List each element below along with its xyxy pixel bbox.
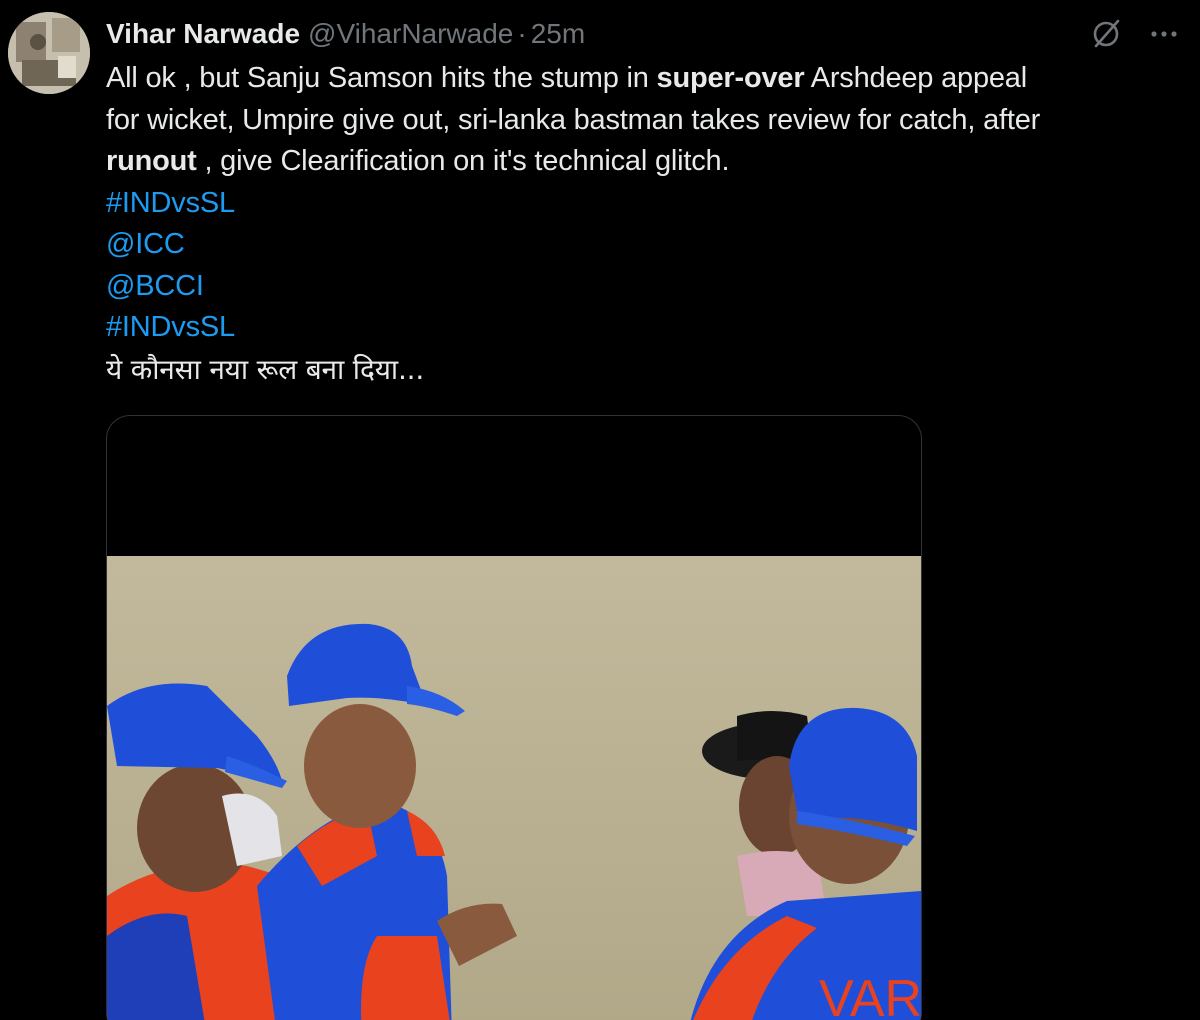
text-segment: , give Clearification on it's technical … bbox=[196, 145, 730, 177]
jersey-text: VAR bbox=[819, 970, 921, 1020]
avatar[interactable] bbox=[8, 12, 90, 94]
tweet-text: All ok , but Sanju Samson hits the stump… bbox=[106, 58, 1186, 390]
hashtag-indvssl[interactable]: #INDvsSL bbox=[106, 183, 1186, 225]
separator-dot: · bbox=[517, 18, 527, 49]
tweet-line-1: All ok , but Sanju Samson hits the stump… bbox=[106, 58, 1186, 100]
cricket-photo: VAR bbox=[107, 556, 921, 1020]
text-segment: All ok , but Sanju Samson hits the stump… bbox=[106, 62, 657, 94]
grok-icon[interactable] bbox=[1088, 16, 1124, 52]
hashtag-indvssl-2[interactable]: #INDvsSL bbox=[106, 307, 1186, 349]
mention-bcci[interactable]: @BCCI bbox=[106, 266, 1186, 308]
tweet-line-2: for wicket, Umpire give out, sri-lanka b… bbox=[106, 103, 1041, 136]
bold-text-super-over: super-over bbox=[656, 62, 805, 94]
bold-text-runout: runout bbox=[106, 145, 197, 177]
more-options-icon[interactable] bbox=[1146, 16, 1182, 52]
author-name[interactable]: Vihar Narwade bbox=[106, 18, 300, 50]
tweet-media[interactable]: VAR bbox=[106, 415, 922, 1020]
tweet-timestamp[interactable]: 25m bbox=[531, 18, 585, 50]
tweet-actions bbox=[1088, 16, 1182, 52]
tweet-line-3: runout , give Clearification on it's tec… bbox=[106, 141, 1186, 183]
tweet-header: Vihar Narwade @ViharNarwade · 25m bbox=[106, 14, 585, 54]
author-handle[interactable]: @ViharNarwade bbox=[308, 18, 513, 50]
avatar-image bbox=[8, 12, 90, 94]
tweet: Vihar Narwade @ViharNarwade · 25m All ok… bbox=[0, 0, 1200, 1020]
hindi-text: ये कौनसा नया रूल बना दिया... bbox=[106, 352, 425, 386]
text-segment: Arshdeep appeal bbox=[804, 62, 1027, 94]
mention-icc[interactable]: @ICC bbox=[106, 224, 1186, 266]
